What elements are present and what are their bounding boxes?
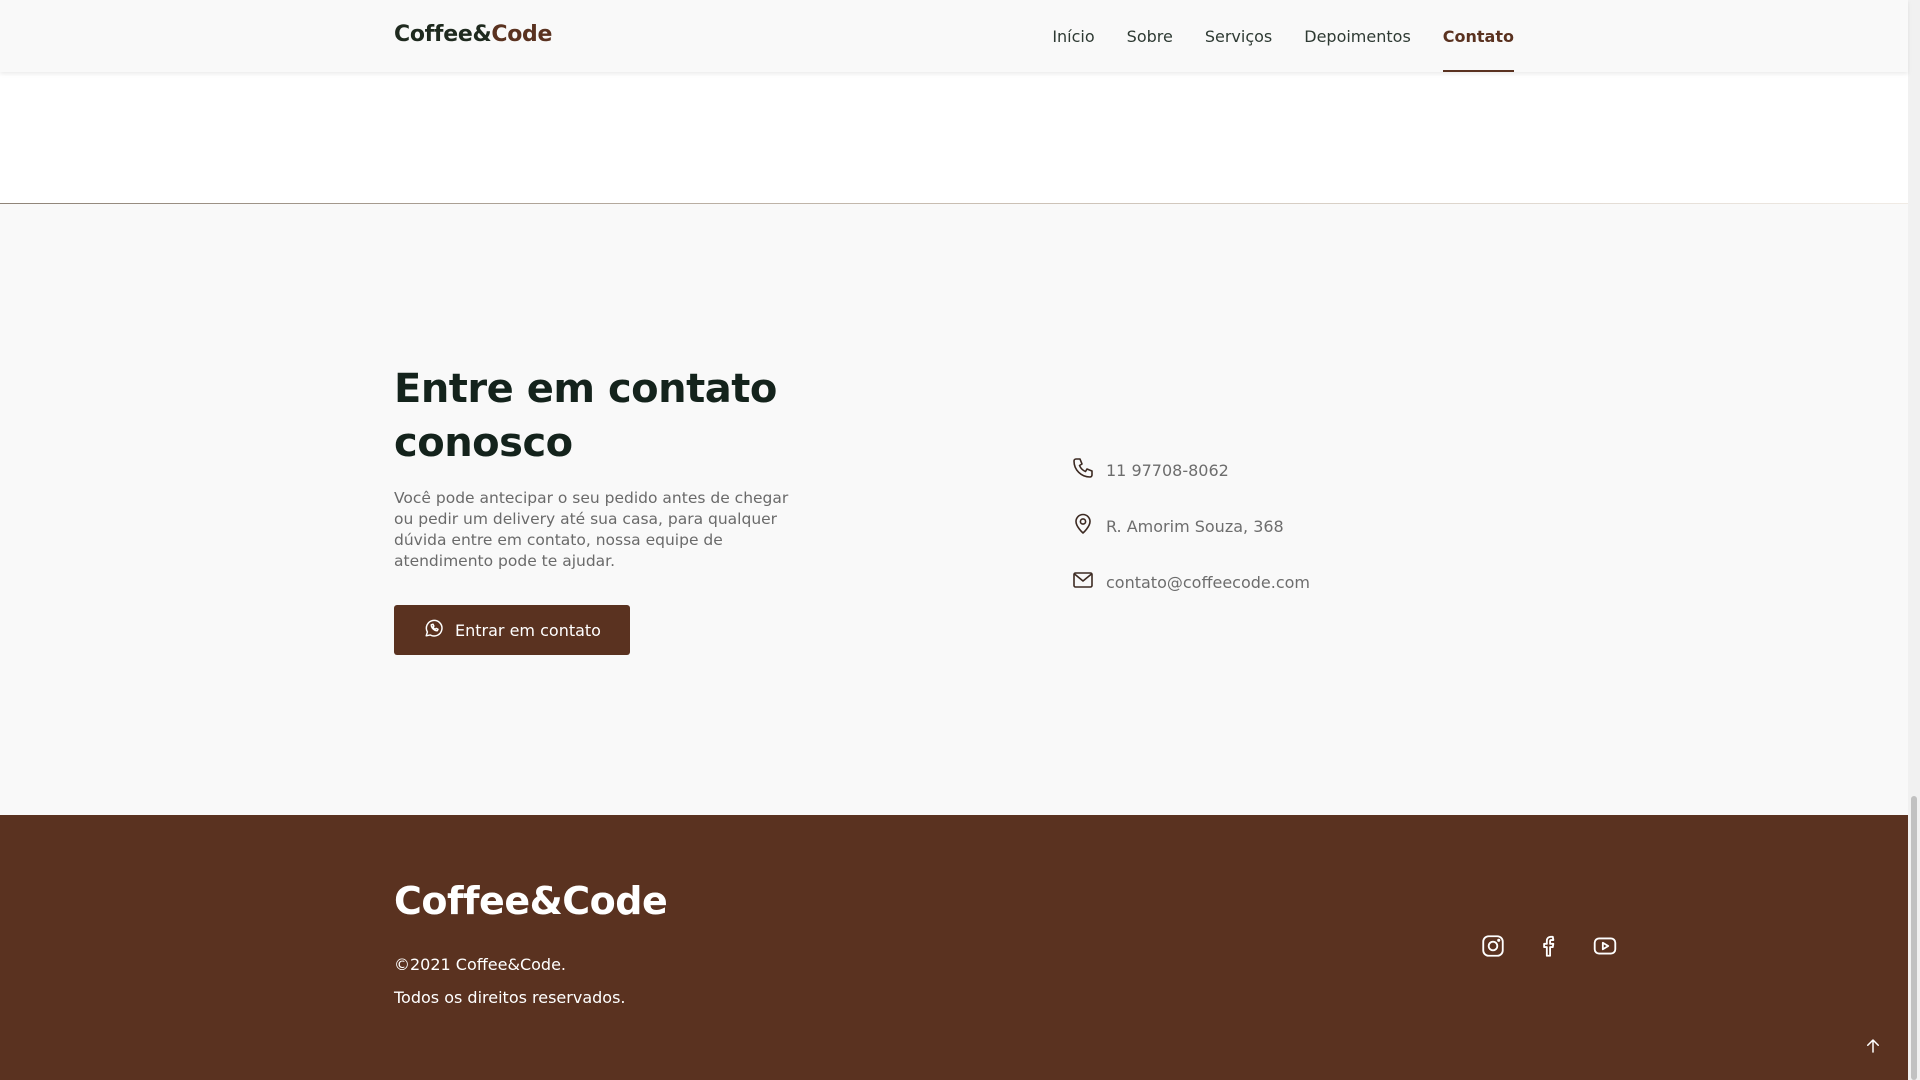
contact-description: Você pode antecipar o seu pedido antes d…	[394, 489, 789, 570]
address-text: R. Amorim Souza, 368	[1106, 516, 1284, 536]
email-text: contato@coffeecode.com	[1106, 572, 1311, 592]
previous-section-bottom	[0, 72, 1908, 203]
nav-item-contato[interactable]: Contato	[1442, 0, 1515, 72]
footer-copyright: ©2021 Coffee&Code.	[394, 955, 566, 974]
instagram-icon[interactable]	[1480, 933, 1506, 959]
contact-button-label: Entrar em contato	[455, 620, 601, 640]
footer-rights: Todos os direitos reservados.	[394, 988, 626, 1007]
phone-icon	[1071, 456, 1095, 484]
contact-button[interactable]: Entrar em contato	[394, 605, 630, 655]
youtube-icon[interactable]	[1592, 933, 1618, 959]
site-footer: Coffee&Code ©2021 Coffee&Code. Todos os …	[0, 815, 1908, 1080]
main-nav: Início Sobre Serviços Depoimentos Contat…	[1052, 0, 1515, 72]
nav-item-depoimentos[interactable]: Depoimentos	[1304, 0, 1411, 72]
mail-icon	[1071, 568, 1095, 596]
whatsapp-icon	[423, 617, 445, 643]
contact-info-phone: 11 97708-8062	[1071, 442, 1310, 498]
brand-main-text: Coffee&	[394, 22, 492, 47]
scrollbar-thumb[interactable]	[1911, 796, 1917, 1080]
contact-title: Entre em contato conosco	[394, 366, 777, 466]
contact-section: Entre em contato conosco Você pode antec…	[0, 204, 1908, 815]
site-header: Coffee&Code Início Sobre Serviços Depoim…	[0, 0, 1908, 72]
brand-accent-text: Code	[491, 22, 553, 47]
contact-info-list: 11 97708-8062 R. Amorim Souza, 368 conta…	[1071, 442, 1310, 610]
nav-item-servicos[interactable]: Serviços	[1205, 0, 1272, 72]
brand-logo[interactable]: Coffee&Code	[394, 22, 552, 47]
back-to-top-button[interactable]	[1858, 1033, 1888, 1063]
social-links	[1480, 933, 1618, 959]
phone-text: 11 97708-8062	[1106, 460, 1229, 480]
facebook-icon[interactable]	[1536, 933, 1562, 959]
location-pin-icon	[1071, 512, 1095, 540]
footer-brand: Coffee&Code	[394, 879, 668, 923]
contact-info-email: contato@coffeecode.com	[1071, 554, 1310, 610]
nav-item-inicio[interactable]: Início	[1052, 0, 1094, 72]
page-scrollbar[interactable]	[1908, 0, 1920, 1080]
nav-item-sobre[interactable]: Sobre	[1127, 0, 1173, 72]
arrow-up-icon	[1864, 1037, 1882, 1059]
contact-info-address: R. Amorim Souza, 368	[1071, 498, 1310, 554]
